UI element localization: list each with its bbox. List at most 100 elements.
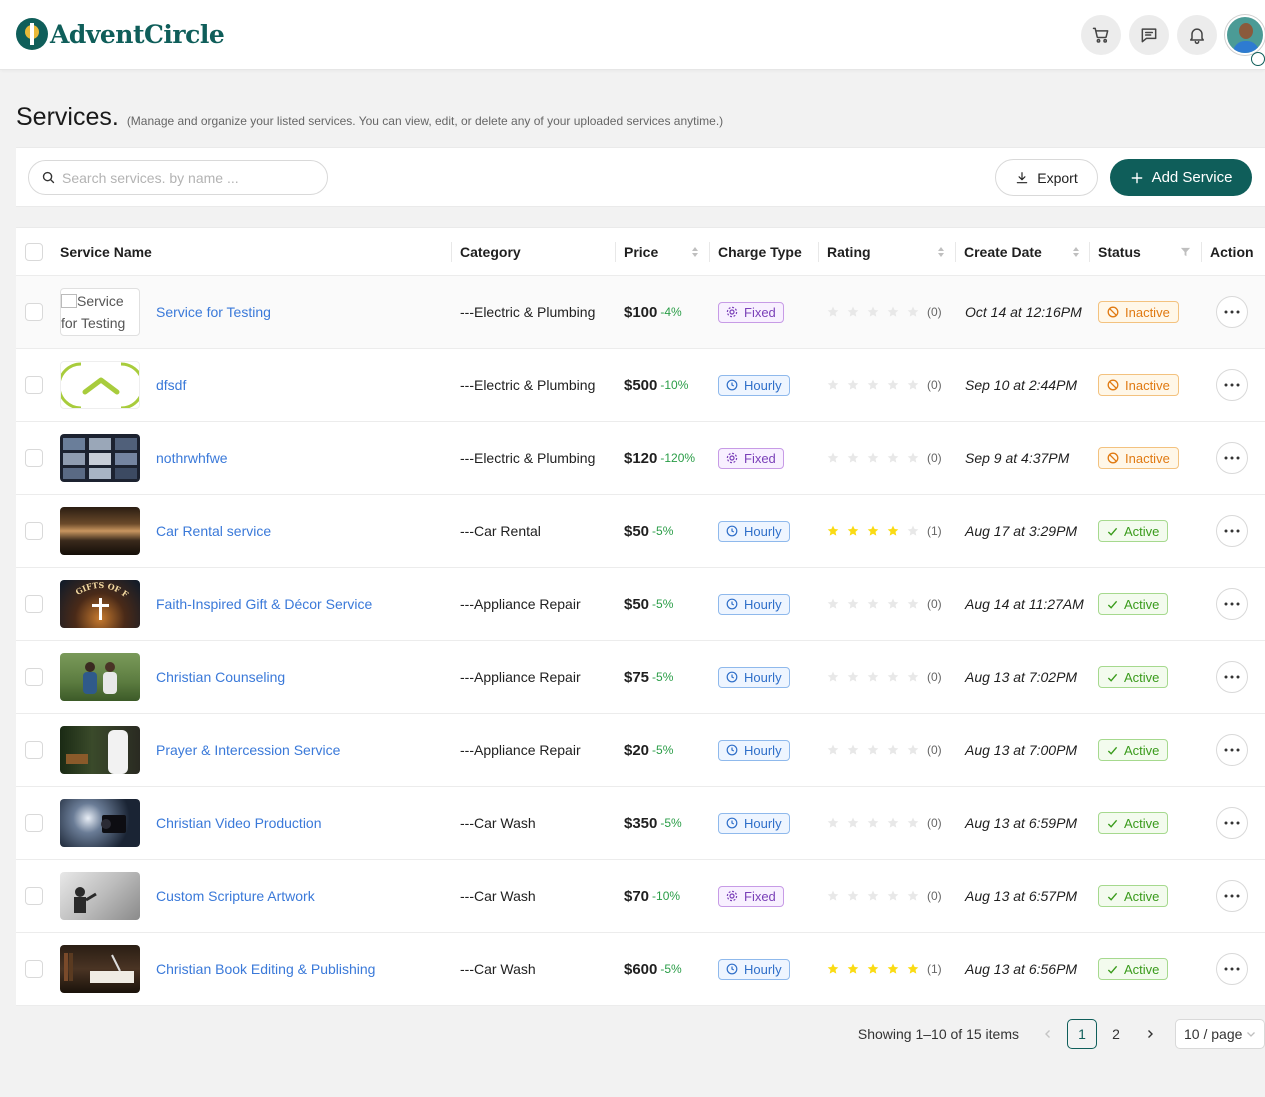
row-checkbox[interactable] [25,303,43,321]
category-text: ---Electric & Plumbing [460,377,596,393]
table-row[interactable]: Service for Testing Service for Testing --… [16,276,1265,349]
charge-type-tag: Hourly [718,739,790,761]
row-checkbox[interactable] [25,814,43,832]
more-actions-button[interactable] [1216,588,1248,620]
table-row[interactable]: Car Rental service ---Car Rental $50 -5% Hou… [16,495,1265,568]
table-row[interactable]: Christian Video Production ---Car Wash $35… [16,787,1265,860]
select-all-checkbox[interactable] [25,242,43,261]
cart-button[interactable] [1081,15,1121,55]
table-row[interactable]: dfsdf ---Electric & Plumbing $500 -10% Hourl… [16,349,1265,422]
create-date-cell: Aug 13 at 6:59PM [965,787,1077,859]
row-checkbox[interactable] [25,595,43,613]
brand-logo[interactable]: AdventCircle [16,18,225,50]
user-avatar[interactable] [1225,15,1265,55]
check-icon [1107,746,1118,755]
col-service-name[interactable]: Service Name [60,228,152,275]
more-actions-button[interactable] [1216,807,1248,839]
row-checkbox[interactable] [25,887,43,905]
check-icon [1107,673,1118,682]
more-actions-button[interactable] [1216,661,1248,693]
service-name-link[interactable]: dfsdf [156,377,186,393]
search-box[interactable] [28,160,328,195]
page-size-value: 10 / page [1184,1026,1243,1042]
col-create-date[interactable]: Create Date [964,228,1042,275]
service-image-broken[interactable]: Service for Testing [60,288,140,336]
rating-cell: (0) [827,422,942,494]
messages-button[interactable] [1129,15,1169,55]
table-row[interactable]: Custom Scripture Artwork ---Car Wash $70 -1… [16,860,1265,933]
export-button[interactable]: Export [995,159,1098,196]
service-name-link[interactable]: Faith-Inspired Gift & Décor Service [156,596,372,612]
more-actions-button[interactable] [1216,442,1248,474]
star-icon [867,963,879,974]
row-select-cell [25,495,43,567]
star-icon [827,525,839,536]
row-select-cell [25,860,43,932]
service-name-link[interactable]: Christian Counseling [156,669,285,685]
service-name-link[interactable]: Christian Video Production [156,815,322,831]
sort-icon[interactable] [937,228,945,275]
service-name-link[interactable]: Christian Book Editing & Publishing [156,961,375,977]
price-value: $500 [624,376,658,394]
service-image[interactable]: GIFTS OF FAITH [60,580,140,628]
more-icon [1224,894,1240,898]
search-input[interactable] [62,169,312,186]
row-checkbox[interactable] [25,668,43,686]
col-charge-type[interactable]: Charge Type [718,228,802,275]
table-row[interactable]: GIFTS OF FAITH Faith-Inspired Gift & Déco… [16,568,1265,641]
service-name-link[interactable]: Service for Testing [156,304,271,320]
service-name-link[interactable]: Custom Scripture Artwork [156,888,315,904]
col-price[interactable]: Price [624,228,658,275]
service-image[interactable] [60,872,140,920]
row-checkbox[interactable] [25,741,43,759]
page-2-button[interactable]: 2 [1101,1019,1131,1049]
service-name-link[interactable]: nothrwhfwe [156,450,228,466]
service-name-link[interactable]: Car Rental service [156,523,271,539]
filter-icon[interactable] [1180,228,1191,275]
more-actions-button[interactable] [1216,369,1248,401]
charge-type-tag: Hourly [718,958,790,980]
check-icon [1107,600,1118,609]
page-1-button[interactable]: 1 [1067,1019,1097,1049]
notifications-button[interactable] [1177,15,1217,55]
service-image[interactable] [60,434,140,482]
service-image[interactable] [60,653,140,701]
page-size-select[interactable]: 10 / page [1175,1019,1265,1049]
message-icon [1141,28,1157,43]
charge-type-tag: Hourly [718,593,790,615]
more-actions-button[interactable] [1216,515,1248,547]
col-rating[interactable]: Rating [827,228,871,275]
service-name-link[interactable]: Prayer & Intercession Service [156,742,340,758]
more-actions-button[interactable] [1216,296,1248,328]
service-image[interactable] [60,726,140,774]
table-row[interactable]: Christian Counseling ---Appliance Repair $… [16,641,1265,714]
service-image[interactable] [60,361,140,409]
service-image[interactable] [60,945,140,993]
page-subtitle: (Manage and organize your listed service… [126,114,724,128]
status-label: Inactive [1125,304,1170,320]
add-service-button[interactable]: Add Service [1110,159,1252,196]
row-checkbox[interactable] [25,522,43,540]
clock-icon [726,598,738,610]
service-image[interactable] [60,507,140,555]
table-row[interactable]: Christian Book Editing & Publishing ---Ca… [16,933,1265,1006]
rating-stars: (0) [827,816,942,830]
thumbnail-cell [60,495,140,567]
next-page-button[interactable] [1135,1019,1165,1049]
col-category[interactable]: Category [460,228,521,275]
more-actions-button[interactable] [1216,880,1248,912]
more-actions-button[interactable] [1216,734,1248,766]
clock-icon [726,817,738,829]
service-image[interactable] [60,799,140,847]
sort-icon[interactable] [1072,228,1080,275]
col-status[interactable]: Status [1098,228,1141,275]
row-checkbox[interactable] [25,449,43,467]
prev-page-button[interactable] [1033,1019,1063,1049]
table-row[interactable]: nothrwhfwe ---Electric & Plumbing $120 -120… [16,422,1265,495]
sort-icon[interactable] [691,228,699,275]
row-checkbox[interactable] [25,960,43,978]
table-row[interactable]: Prayer & Intercession Service ---Applianc… [16,714,1265,787]
row-checkbox[interactable] [25,376,43,394]
more-actions-button[interactable] [1216,953,1248,985]
menu-badge-icon[interactable] [1251,52,1265,66]
